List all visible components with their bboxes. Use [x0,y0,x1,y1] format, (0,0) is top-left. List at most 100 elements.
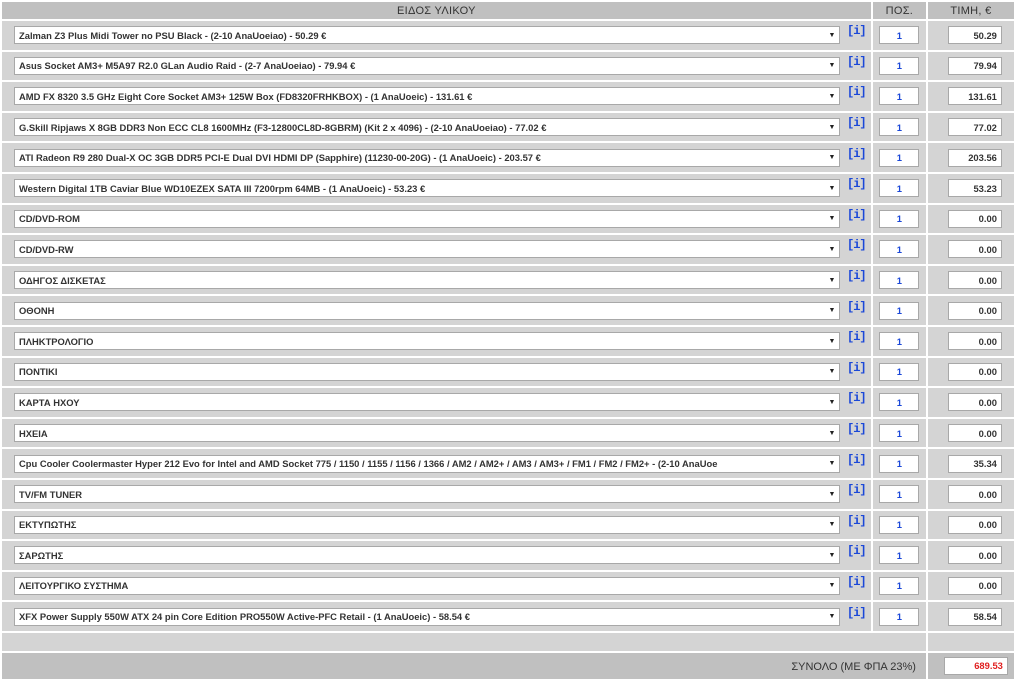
component-select[interactable]: G.Skill Ripjaws X 8GB DDR3 Non ECC CL8 1… [14,118,840,137]
info-icon[interactable]: [i] [847,147,867,161]
quantity-input[interactable]: 1 [879,26,920,45]
chevron-down-icon[interactable]: ▼ [825,338,839,345]
quantity-input[interactable]: 1 [879,393,920,412]
info-icon[interactable]: [i] [847,544,867,558]
selected-component: G.Skill Ripjaws X 8GB DDR3 Non ECC CL8 1… [19,121,547,133]
chevron-down-icon[interactable]: ▼ [825,277,839,284]
component-select[interactable]: ΠΟΝΤΙΚΙ ▼ [14,362,840,381]
component-select[interactable]: AMD FX 8320 3.5 GHz Eight Core Socket AM… [14,87,840,106]
quantity-input[interactable]: 1 [879,118,920,137]
table-row: ΣΑΡΩΤΗΣ ▼ [i] 1 0.00 [2,541,1014,570]
quantity-input[interactable]: 1 [879,546,920,565]
quantity-input[interactable]: 1 [879,271,920,290]
info-icon[interactable]: [i] [847,514,867,528]
info-icon[interactable]: [i] [847,300,867,314]
quantity-input[interactable]: 1 [879,179,920,198]
table-row: AMD FX 8320 3.5 GHz Eight Core Socket AM… [2,82,1014,111]
selected-component: Cpu Cooler Coolermaster Hyper 212 Evo fo… [19,458,718,470]
quantity-input[interactable]: 1 [879,332,920,351]
chevron-down-icon[interactable]: ▼ [825,521,839,528]
table-row: Zalman Z3 Plus Midi Tower no PSU Black -… [2,21,1014,50]
component-select[interactable]: ΚΑΡΤΑ ΗΧΟΥ ▼ [14,393,840,412]
item-column-header: ΕΙΔΟΣ ΥΛΙΚΟΥ [2,2,871,19]
chevron-down-icon[interactable]: ▼ [825,430,839,437]
quantity-input[interactable]: 1 [879,454,920,473]
chevron-down-icon[interactable]: ▼ [825,93,839,100]
price-column-header: ΤΙΜΗ, € [927,2,1014,19]
quantity-input[interactable]: 1 [879,301,920,320]
chevron-down-icon[interactable]: ▼ [825,491,839,498]
component-select[interactable]: ΟΔΗΓΟΣ ΔΙΣΚΕΤΑΣ ▼ [14,271,840,290]
component-select[interactable]: Asus Socket AM3+ M5A97 R2.0 GLan Audio R… [14,56,840,75]
price-field: 0.00 [947,301,1002,320]
selected-component: ΗΧΕΙΑ [19,427,48,439]
info-icon[interactable]: [i] [847,330,867,344]
chevron-down-icon[interactable]: ▼ [825,124,839,131]
quantity-input[interactable]: 1 [879,148,920,167]
quantity-input[interactable]: 1 [879,362,920,381]
chevron-down-icon[interactable]: ▼ [825,246,839,253]
info-icon[interactable]: [i] [847,391,867,405]
header-row: ΕΙΔΟΣ ΥΛΙΚΟΥ ΠΟΣ. ΤΙΜΗ, € [2,2,1014,19]
chevron-down-icon[interactable]: ▼ [825,552,839,559]
quantity-input[interactable]: 1 [879,485,920,504]
chevron-down-icon[interactable]: ▼ [825,613,839,620]
chevron-down-icon[interactable]: ▼ [825,215,839,222]
chevron-down-icon[interactable]: ▼ [825,460,839,467]
chevron-down-icon[interactable]: ▼ [825,32,839,39]
component-select[interactable]: ΟΘΟΝΗ ▼ [14,301,840,320]
component-select[interactable]: CD/DVD-ROM ▼ [14,209,840,228]
table-row: ΠΟΝΤΙΚΙ ▼ [i] 1 0.00 [2,357,1014,387]
table-row: Western Digital 1TB Caviar Blue WD10EZEX… [2,173,1014,203]
component-select[interactable]: ΣΑΡΩΤΗΣ ▼ [14,546,840,565]
component-select[interactable]: CD/DVD-RW ▼ [14,240,840,259]
info-icon[interactable]: [i] [847,208,867,222]
info-icon[interactable]: [i] [847,453,867,467]
component-select[interactable]: ATI Radeon R9 280 Dual-X OC 3GB DDR5 PCI… [14,148,840,167]
quantity-input[interactable]: 1 [879,56,920,75]
table-row: Cpu Cooler Coolermaster Hyper 212 Evo fo… [2,449,1014,478]
selected-component: CD/DVD-ROM [19,213,80,225]
info-icon[interactable]: [i] [847,483,867,497]
chevron-down-icon[interactable]: ▼ [825,368,839,375]
info-icon[interactable]: [i] [847,575,867,589]
component-select[interactable]: TV/FM TUNER ▼ [14,485,840,504]
info-icon[interactable]: [i] [847,85,867,99]
price-field: 0.00 [947,271,1002,290]
info-icon[interactable]: [i] [847,238,867,252]
component-select[interactable]: Western Digital 1TB Caviar Blue WD10EZEX… [14,179,840,198]
quantity-input[interactable]: 1 [879,576,920,595]
info-icon[interactable]: [i] [847,55,867,69]
chevron-down-icon[interactable]: ▼ [825,399,839,406]
info-icon[interactable]: [i] [847,606,867,620]
chevron-down-icon[interactable]: ▼ [825,154,839,161]
quantity-input[interactable]: 1 [879,87,920,106]
chevron-down-icon[interactable]: ▼ [825,307,839,314]
selected-component: ΣΑΡΩΤΗΣ [19,549,64,561]
component-select[interactable]: Zalman Z3 Plus Midi Tower no PSU Black -… [14,26,840,45]
info-icon[interactable]: [i] [847,269,867,283]
chevron-down-icon[interactable]: ▼ [825,185,839,192]
quantity-input[interactable]: 1 [879,607,920,626]
component-select[interactable]: XFX Power Supply 550W ATX 24 pin Core Ed… [14,607,840,626]
component-select[interactable]: ΛΕΙΤΟΥΡΓΙΚΟ ΣΥΣΤΗΜΑ ▼ [14,576,840,595]
info-icon[interactable]: [i] [847,177,867,191]
table-row: Asus Socket AM3+ M5A97 R2.0 GLan Audio R… [2,51,1014,81]
info-icon[interactable]: [i] [847,24,867,38]
info-icon[interactable]: [i] [847,361,867,375]
chevron-down-icon[interactable]: ▼ [825,582,839,589]
price-field: 58.54 [947,607,1002,626]
quantity-input[interactable]: 1 [879,240,920,259]
component-select[interactable]: Cpu Cooler Coolermaster Hyper 212 Evo fo… [14,454,840,473]
info-icon[interactable]: [i] [847,422,867,436]
chevron-down-icon[interactable]: ▼ [825,62,839,69]
quantity-input[interactable]: 1 [879,424,920,443]
quantity-input[interactable]: 1 [879,209,920,228]
component-select[interactable]: ΠΛΗΚΤΡΟΛΟΓΙΟ ▼ [14,332,840,351]
quantity-input[interactable]: 1 [879,515,920,534]
component-select[interactable]: ΗΧΕΙΑ ▼ [14,424,840,443]
table-row: CD/DVD-ROM ▼ [i] 1 0.00 [2,204,1014,234]
info-icon[interactable]: [i] [847,116,867,130]
price-field: 203.56 [947,148,1002,167]
component-select[interactable]: ΕΚΤΥΠΩΤΗΣ ▼ [14,515,840,534]
